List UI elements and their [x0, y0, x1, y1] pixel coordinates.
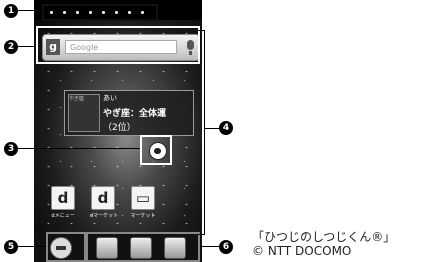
market-icon: ▭ [131, 186, 155, 210]
bracket-line [204, 30, 205, 234]
caption-copyright: © NTT DOCOMO [252, 244, 352, 258]
page-dot [141, 11, 144, 14]
machi-chara-box[interactable] [140, 135, 172, 165]
status-bar [34, 0, 202, 21]
google-logo-icon: g [46, 39, 60, 55]
callout-line [18, 148, 140, 149]
browser-icon[interactable] [164, 237, 186, 259]
search-input[interactable]: Google [65, 40, 177, 54]
callout-line [18, 46, 36, 47]
callout-line [18, 10, 44, 11]
sheep-character-icon[interactable] [149, 142, 167, 160]
callout-line [200, 246, 219, 247]
phone-icon[interactable] [96, 237, 118, 259]
page-dot [89, 11, 92, 14]
widget-rank: （2位） [103, 123, 136, 133]
page-indicator [42, 4, 158, 21]
microphone-icon[interactable] [187, 40, 194, 55]
page-dot [63, 11, 66, 14]
app-d-menu[interactable]: d dメニュー [50, 186, 76, 222]
page-dot [128, 11, 131, 14]
callout-line [18, 246, 46, 247]
callout-6: 6 [219, 240, 233, 254]
d-market-icon: d [91, 186, 115, 210]
callout-1: 1 [4, 4, 18, 18]
callout-line [205, 128, 219, 129]
horoscope-widget[interactable]: やぎ座 あい やぎ座：全体運 （2位） [64, 90, 194, 136]
mail-icon[interactable] [130, 237, 152, 259]
callout-3: 3 [4, 142, 18, 156]
page-dot [50, 11, 53, 14]
app-market[interactable]: ▭ マーケット [130, 186, 156, 222]
app-label: マーケット [130, 213, 156, 219]
widget-headline: やぎ座：全体運 [103, 109, 167, 119]
dock [34, 232, 202, 262]
bracket-line [198, 234, 205, 235]
app-label: dマーケット [90, 213, 119, 219]
search-widget[interactable]: g Google [42, 34, 200, 61]
page-dot [102, 11, 105, 14]
page-dot [76, 11, 79, 14]
phone-screen: g Google やぎ座 あい やぎ座：全体運 （2位） d dメニュー d d… [34, 0, 202, 262]
page-dot [115, 11, 118, 14]
bracket-line [198, 30, 205, 31]
widget-title: あい [103, 94, 117, 102]
copyright-caption: 「ひつじのしつじくん®」 © NTT DOCOMO [252, 230, 395, 258]
app-list-button[interactable] [50, 237, 72, 259]
callout-4: 4 [219, 121, 233, 135]
d-menu-icon: d [51, 186, 75, 210]
caption-title: 「ひつじのしつじくん®」 [252, 230, 396, 244]
app-d-market[interactable]: d dマーケット [90, 186, 119, 222]
app-label: dメニュー [51, 213, 75, 219]
callout-5: 5 [4, 240, 18, 254]
callout-2: 2 [4, 40, 18, 54]
horoscope-thumbnail: やぎ座 [68, 94, 100, 132]
